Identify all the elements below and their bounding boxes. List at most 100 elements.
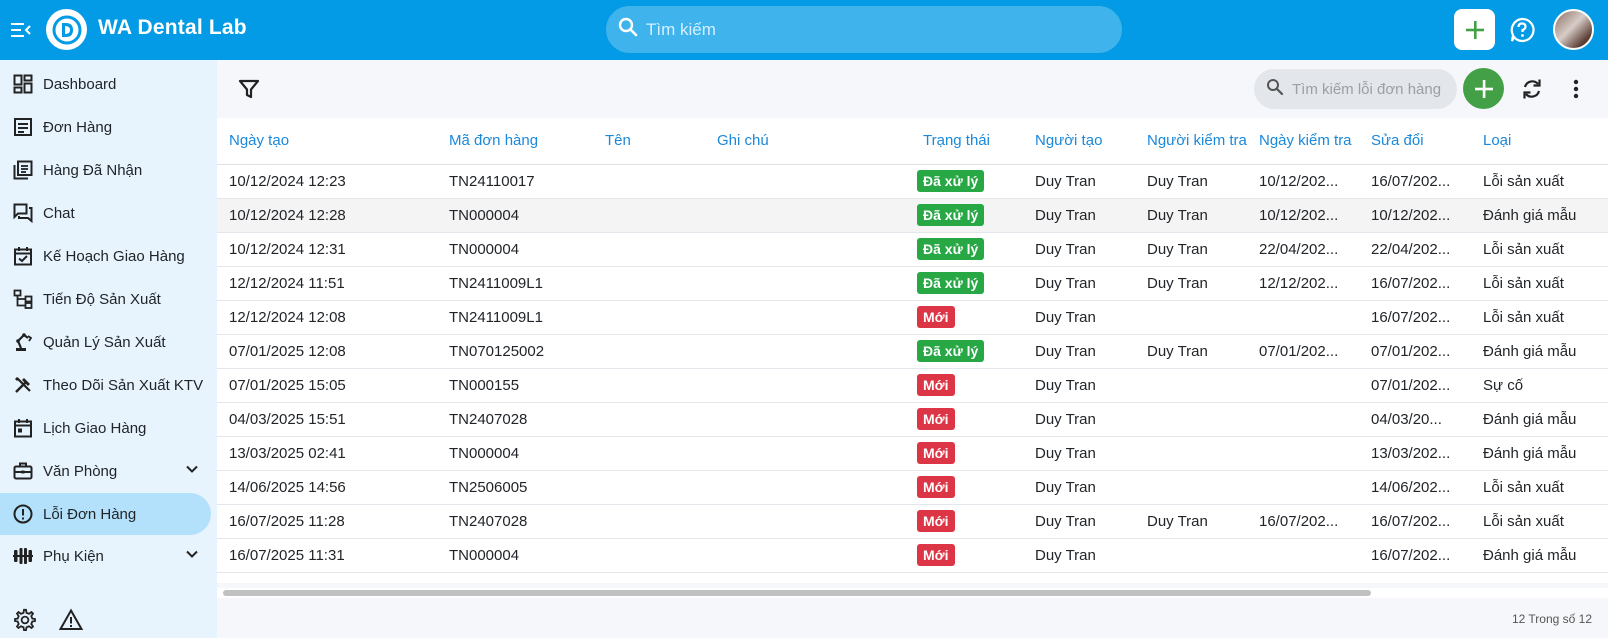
sidebar-item-order-errors[interactable]: Lỗi Đơn Hàng <box>0 493 211 535</box>
filter-icon[interactable] <box>237 77 263 103</box>
column-header-created[interactable]: Ngày tạo <box>217 118 437 165</box>
sidebar-item-label: Theo Dõi Sản Xuất KTV <box>43 376 204 394</box>
dashboard-icon <box>12 73 34 95</box>
table-row[interactable]: 16/07/2025 11:28 TN2407028 Mới Duy Tran Duy … <box>217 504 1608 539</box>
sidebar-footer <box>0 600 217 638</box>
help-icon[interactable] <box>1509 17 1535 43</box>
top-app-bar: WA Dental Lab <box>0 0 1608 60</box>
table-row[interactable]: 04/03/2025 15:51 TN2407028 Mới Duy Tran 04/0… <box>217 402 1608 437</box>
table-row[interactable]: 10/12/2024 12:23 TN24110017 Đã xử lý Duy Tr… <box>217 164 1608 199</box>
cell-type: Lỗi sản xuất <box>1471 504 1608 539</box>
status-badge: Mới <box>917 442 955 464</box>
cell-name <box>593 334 705 369</box>
cell-checker: Duy Tran <box>1135 232 1247 267</box>
cell-creator: Duy Tran <box>1023 436 1135 471</box>
cell-checker <box>1135 402 1247 437</box>
refresh-icon[interactable] <box>1520 77 1544 101</box>
sidebar-item-label: Kế Hoạch Giao Hàng <box>43 247 185 265</box>
table-row[interactable]: 12/12/2024 12:08 TN2411009L1 Mới Duy Tran 16… <box>217 300 1608 335</box>
table-row[interactable]: 07/01/2025 12:08 TN070125002 Đã xử lý Duy T… <box>217 334 1608 369</box>
cell-order-code: TN2411009L1 <box>437 300 593 335</box>
sidebar-item-chat[interactable]: Chat <box>0 192 211 234</box>
cell-type: Đánh giá mẫu <box>1471 334 1608 369</box>
table-row[interactable]: 14/06/2025 14:56 TN2506005 Mới Duy Tran 14/0… <box>217 470 1608 505</box>
table-row[interactable]: 13/03/2025 02:41 TN000004 Mới Duy Tran 13/03… <box>217 436 1608 471</box>
global-search[interactable] <box>606 6 1122 53</box>
cell-status: Mới <box>911 470 1023 505</box>
horizontal-scrollbar[interactable] <box>217 588 1608 598</box>
cell-created: 10/12/2024 12:31 <box>217 232 437 267</box>
table-row[interactable]: 10/12/2024 12:31 TN000004 Đã xử lý Duy Tran… <box>217 232 1608 267</box>
cell-modified: 16/07/202... <box>1359 300 1471 335</box>
sidebar: Dashboard Đơn Hàng Hàng Đã Nhận Chat Kế … <box>0 60 217 638</box>
document-icon <box>12 116 34 138</box>
add-order-error-button[interactable] <box>1463 68 1504 109</box>
cell-created: 16/07/2025 11:31 <box>217 538 437 573</box>
sidebar-item-production-progress[interactable]: Tiến Độ Sản Xuất <box>0 278 211 320</box>
cell-created: 10/12/2024 12:28 <box>217 198 437 233</box>
sidebar-item-received[interactable]: Hàng Đã Nhận <box>0 149 211 191</box>
sidebar-item-production-management[interactable]: Quản Lý Sản Xuất <box>0 321 211 363</box>
warning-icon[interactable] <box>58 608 84 632</box>
table-row[interactable]: 16/07/2025 11:31 TN000004 Mới Duy Tran 16/07… <box>217 538 1608 573</box>
cell-order-code: TN2506005 <box>437 470 593 505</box>
cell-checker <box>1135 300 1247 335</box>
cell-order-code: TN000004 <box>437 198 593 233</box>
pagination-info: 12 Trong số 12 <box>1511 612 1592 626</box>
table-header-row: Ngày tạo Mã đơn hàng Tên Ghi chú Trạng t… <box>217 118 1608 165</box>
scrollbar-thumb[interactable] <box>223 590 1371 596</box>
cell-status: Mới <box>911 402 1023 437</box>
cell-created: 12/12/2024 12:08 <box>217 300 437 335</box>
cell-creator: Duy Tran <box>1023 232 1135 267</box>
column-header-check-date[interactable]: Ngày kiểm tra <box>1247 118 1359 165</box>
column-header-name[interactable]: Tên <box>593 118 705 165</box>
column-header-note[interactable]: Ghi chú <box>705 118 911 165</box>
sidebar-item-delivery-schedule[interactable]: Lịch Giao Hàng <box>0 407 211 449</box>
table-row[interactable]: 07/01/2025 15:05 TN000155 Mới Duy Tran 07/01… <box>217 368 1608 403</box>
column-header-creator[interactable]: Người tạo <box>1023 118 1135 165</box>
calendar-icon <box>12 417 34 439</box>
received-list-icon <box>12 159 34 181</box>
column-header-type[interactable]: Loại <box>1471 118 1608 165</box>
cell-order-code: TN2407028 <box>437 504 593 539</box>
cell-created: 07/01/2025 12:08 <box>217 334 437 369</box>
cell-modified: 16/07/202... <box>1359 504 1471 539</box>
sidebar-item-accessories[interactable]: Phụ Kiện <box>0 535 211 577</box>
cell-type: Lỗi sản xuất <box>1471 164 1608 199</box>
order-error-search-input[interactable] <box>1292 80 1452 98</box>
cell-name <box>593 436 705 471</box>
add-button[interactable] <box>1454 9 1495 50</box>
sidebar-item-label: Tiến Độ Sản Xuất <box>43 290 161 308</box>
cell-checker <box>1135 436 1247 471</box>
gear-icon[interactable] <box>13 608 37 632</box>
table-row[interactable]: 10/12/2024 12:28 TN000004 Đã xử lý Duy Tran… <box>217 198 1608 233</box>
column-header-modified[interactable]: Sửa đổi <box>1359 118 1471 165</box>
global-search-input[interactable] <box>646 19 1086 40</box>
sidebar-item-orders[interactable]: Đơn Hàng <box>0 106 211 148</box>
column-header-order-code[interactable]: Mã đơn hàng <box>437 118 593 165</box>
sidebar-item-office[interactable]: Văn Phòng <box>0 450 211 492</box>
cell-creator: Duy Tran <box>1023 164 1135 199</box>
cell-name <box>593 368 705 403</box>
sidebar-item-label: Văn Phòng <box>43 462 118 480</box>
more-vert-icon[interactable] <box>1564 77 1588 101</box>
cell-status: Đã xử lý <box>911 266 1023 301</box>
table-row[interactable]: 12/12/2024 11:51 TN2411009L1 Đã xử lý Duy T… <box>217 266 1608 301</box>
sidebar-item-delivery-plan[interactable]: Kế Hoạch Giao Hàng <box>0 235 211 277</box>
menu-collapse-icon[interactable] <box>10 18 32 42</box>
alert-circle-icon <box>12 503 34 525</box>
cell-name <box>593 470 705 505</box>
sidebar-item-technician-tracking[interactable]: Theo Dõi Sản Xuất KTV <box>0 364 211 406</box>
order-error-search[interactable] <box>1254 69 1457 109</box>
column-header-status[interactable]: Trạng thái <box>911 118 1023 165</box>
chevron-down-icon[interactable] <box>185 547 199 565</box>
status-badge: Mới <box>917 408 955 430</box>
user-avatar[interactable] <box>1553 9 1594 50</box>
cell-name <box>593 300 705 335</box>
status-badge: Đã xử lý <box>917 170 985 192</box>
cell-check-date: 16/07/202... <box>1247 504 1359 539</box>
column-header-checker[interactable]: Người kiểm tra <box>1135 118 1247 165</box>
cell-type: Đánh giá mẫu <box>1471 436 1608 471</box>
chevron-down-icon[interactable] <box>185 462 199 480</box>
sidebar-item-dashboard[interactable]: Dashboard <box>0 63 211 105</box>
